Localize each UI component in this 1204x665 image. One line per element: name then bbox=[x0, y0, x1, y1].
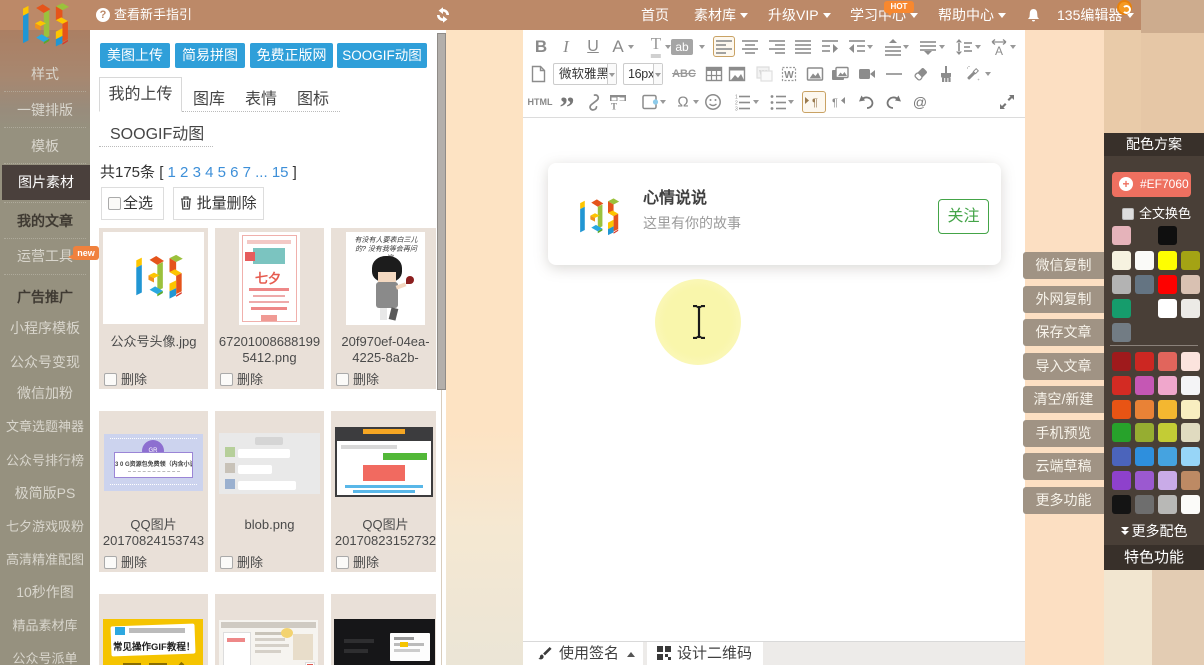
svg-text:A: A bbox=[995, 44, 1003, 56]
svg-text:¶: ¶ bbox=[812, 97, 818, 109]
svg-text:T: T bbox=[611, 102, 617, 112]
svg-text:3: 3 bbox=[735, 107, 738, 112]
svg-text:¶: ¶ bbox=[832, 97, 838, 109]
svg-text:W: W bbox=[784, 70, 794, 81]
